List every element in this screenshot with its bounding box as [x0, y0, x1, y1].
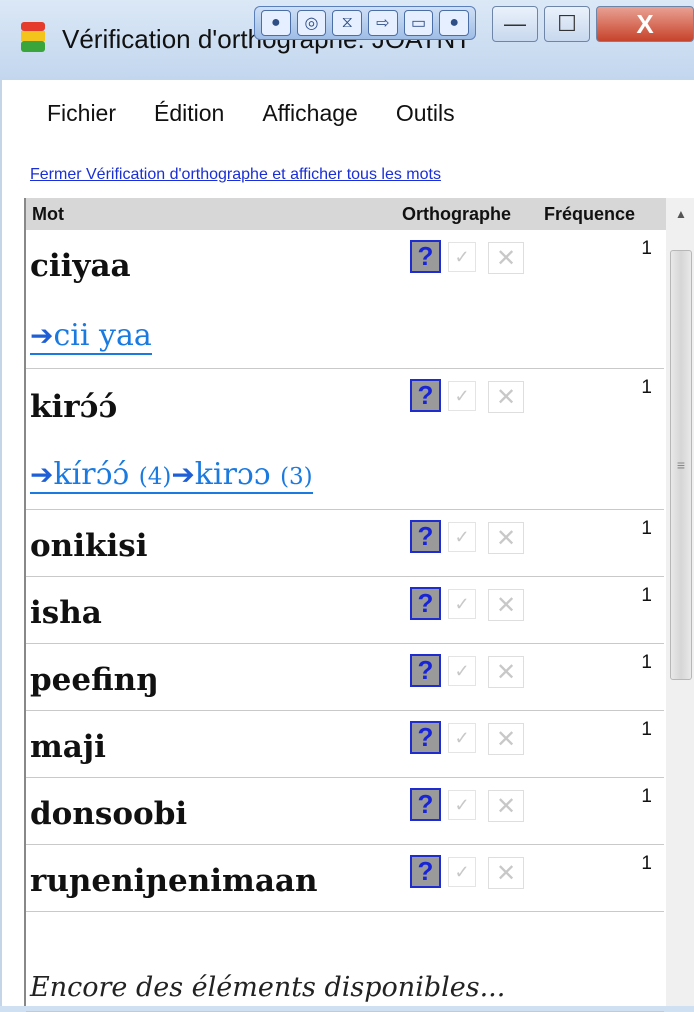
- unknown-status-button[interactable]: ?: [410, 240, 441, 273]
- x-icon[interactable]: ✕: [488, 723, 524, 755]
- suggestion-text: kírɔ́ɔ́: [53, 457, 130, 492]
- x-icon[interactable]: ✕: [488, 589, 524, 621]
- table-row[interactable]: donsoobi ? ✓ ✕ 1: [26, 778, 664, 845]
- menu-outils[interactable]: Outils: [396, 96, 455, 131]
- suggestion-link[interactable]: ➔kírɔ́ɔ́ (4)➔kirɔɔ (3): [30, 457, 313, 494]
- table-header: Mot Orthographe Fréquence: [26, 198, 666, 230]
- unknown-status-button[interactable]: ?: [410, 379, 441, 412]
- unknown-status-button[interactable]: ?: [410, 654, 441, 687]
- check-icon[interactable]: ✓: [448, 790, 476, 820]
- unknown-status-button[interactable]: ?: [410, 587, 441, 620]
- word-cell: ruɲeniɲenimaan: [30, 863, 318, 899]
- word-cell: onikisi: [30, 528, 148, 564]
- scroll-up-icon[interactable]: ▲: [666, 198, 694, 230]
- unknown-status-button[interactable]: ?: [410, 788, 441, 821]
- overlay-toolbar: ● ◎ ⧖ ⇨ ▭ ●: [254, 6, 476, 40]
- check-icon[interactable]: ✓: [448, 857, 476, 887]
- suggestion-text: kirɔɔ: [194, 457, 271, 492]
- menu-fichier[interactable]: Fichier: [47, 96, 116, 131]
- arrow-right-icon: ➔: [171, 458, 195, 491]
- x-icon[interactable]: ✕: [488, 381, 524, 413]
- suggestion-link[interactable]: ➔cii yaa: [30, 318, 152, 355]
- table-row[interactable]: peefinŋ ? ✓ ✕ 1: [26, 644, 664, 711]
- export-icon[interactable]: ⇨: [368, 10, 398, 36]
- word-cell: maji: [30, 729, 106, 765]
- x-icon[interactable]: ✕: [488, 790, 524, 822]
- minimize-button[interactable]: —: [492, 6, 538, 42]
- table-row[interactable]: maji ? ✓ ✕ 1: [26, 711, 664, 778]
- check-icon[interactable]: ✓: [448, 723, 476, 753]
- frequency-cell: 1: [641, 518, 652, 539]
- header-spelling[interactable]: Orthographe: [402, 204, 511, 225]
- pin-icon[interactable]: ●: [439, 10, 470, 36]
- filter-icon[interactable]: ⧖: [332, 10, 363, 36]
- client-area: Fichier Édition Affichage Outils Fermer …: [0, 80, 694, 1012]
- title-bar[interactable]: Vérification d'orthographe: JOATNT ● ◎ ⧖…: [0, 0, 694, 80]
- word-cell: ciiyaa: [30, 248, 131, 284]
- unknown-status-button[interactable]: ?: [410, 721, 441, 754]
- x-icon[interactable]: ✕: [488, 242, 524, 274]
- menu-bar: Fichier Édition Affichage Outils: [2, 80, 694, 146]
- menu-affichage[interactable]: Affichage: [262, 96, 357, 131]
- x-icon[interactable]: ✕: [488, 522, 524, 554]
- close-spellcheck-link[interactable]: Fermer Vérification d'orthographe et aff…: [30, 166, 441, 184]
- app-icon: [21, 22, 45, 52]
- eye-icon[interactable]: ◎: [296, 10, 327, 36]
- frequency-cell: 1: [641, 719, 652, 740]
- record-icon[interactable]: ●: [261, 10, 291, 36]
- check-icon[interactable]: ✓: [448, 242, 476, 272]
- word-cell: peefinŋ: [30, 662, 159, 698]
- table-row[interactable]: onikisi ? ✓ ✕ 1: [26, 510, 664, 577]
- unknown-status-button[interactable]: ?: [410, 520, 441, 553]
- table-row[interactable]: kirɔ́ɔ́ ? ✓ ✕ 1 ➔kírɔ́ɔ́ (4)➔kirɔɔ (3): [26, 369, 664, 510]
- frequency-cell: 1: [641, 585, 652, 606]
- spell-check-window: Vérification d'orthographe: JOATNT ● ◎ ⧖…: [0, 0, 694, 1012]
- frequency-cell: 1: [641, 238, 652, 259]
- word-cell: donsoobi: [30, 796, 188, 832]
- arrow-right-icon: ➔: [30, 458, 54, 491]
- window-icon[interactable]: ▭: [403, 10, 434, 36]
- frequency-cell: 1: [641, 853, 652, 874]
- grip-icon: ≡: [676, 457, 686, 473]
- arrow-right-icon: ➔: [30, 319, 54, 352]
- vertical-scrollbar[interactable]: ▲ ≡: [666, 198, 694, 1006]
- header-word[interactable]: Mot: [32, 204, 64, 225]
- table-row[interactable]: ciiyaa ? ✓ ✕ 1 ➔cii yaa: [26, 230, 664, 369]
- frequency-cell: 1: [641, 377, 652, 398]
- x-icon[interactable]: ✕: [488, 857, 524, 889]
- check-icon[interactable]: ✓: [448, 656, 476, 686]
- table-row[interactable]: ruɲeniɲenimaan ? ✓ ✕ 1: [26, 845, 664, 912]
- table-row[interactable]: isha ? ✓ ✕ 1: [26, 577, 664, 644]
- menu-edition[interactable]: Édition: [154, 96, 224, 131]
- check-icon[interactable]: ✓: [448, 589, 476, 619]
- frequency-cell: 1: [641, 786, 652, 807]
- unknown-status-button[interactable]: ?: [410, 855, 441, 888]
- frequency-cell: 1: [641, 652, 652, 673]
- suggestion-count: (4): [138, 464, 172, 490]
- scrollbar-thumb[interactable]: ≡: [670, 250, 692, 680]
- table-body: ciiyaa ? ✓ ✕ 1 ➔cii yaa kirɔ́ɔ́ ? ✓ ✕ 1: [26, 230, 664, 912]
- close-button[interactable]: X: [596, 6, 694, 42]
- suggestion-text: cii yaa: [53, 318, 152, 353]
- x-icon[interactable]: ✕: [488, 656, 524, 688]
- suggestion-count: (3): [280, 464, 313, 490]
- more-items-text[interactable]: Encore des éléments disponibles...: [30, 972, 505, 1003]
- word-cell: kirɔ́ɔ́: [30, 389, 118, 425]
- word-table: Mot Orthographe Fréquence ciiyaa ? ✓ ✕ 1…: [24, 198, 694, 1012]
- maximize-button[interactable]: ☐: [544, 6, 590, 42]
- check-icon[interactable]: ✓: [448, 522, 476, 552]
- check-icon[interactable]: ✓: [448, 381, 476, 411]
- word-cell: isha: [30, 595, 102, 631]
- header-frequency[interactable]: Fréquence: [544, 204, 635, 225]
